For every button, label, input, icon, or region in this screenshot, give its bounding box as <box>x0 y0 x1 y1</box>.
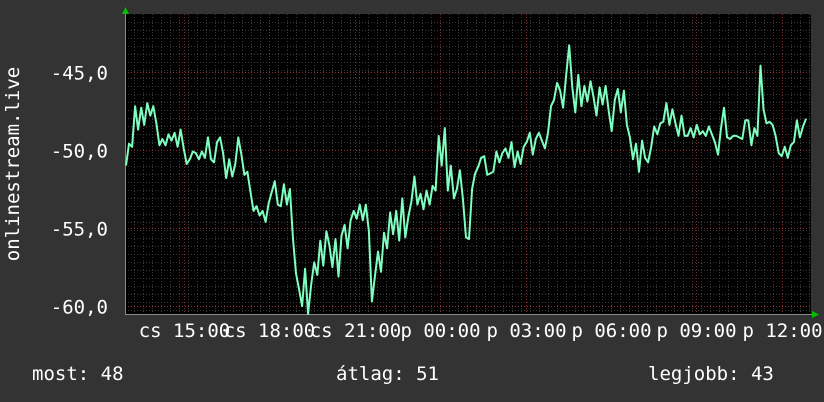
y-axis-label: onlinestream.live <box>2 67 24 261</box>
stat-best: legjobb: 43 <box>648 362 774 386</box>
y-tick-label: -50,0 <box>51 141 108 163</box>
stat-current-value: 48 <box>100 363 124 385</box>
stat-current: most: 48 <box>32 362 124 386</box>
x-tick-label: cs 21:00 <box>310 320 402 342</box>
x-tick-label: cs 18:00 <box>224 320 316 342</box>
stat-current-label: most: <box>32 363 90 385</box>
x-tick-label: p 12:00 <box>742 320 822 342</box>
x-tick-label: cs 15:00 <box>139 320 231 342</box>
x-tick-label: p 06:00 <box>571 320 651 342</box>
x-axis-arrow <box>812 311 819 318</box>
stat-average-label: átlag: <box>336 363 405 385</box>
stat-best-label: legjobb: <box>648 363 740 385</box>
y-ticks: -45,0 -50,0 -55,0 -60,0 <box>51 63 108 319</box>
y-tick-label: -45,0 <box>51 63 108 85</box>
y-axis-arrow <box>122 7 129 14</box>
x-ticks: cs 15:00cs 18:00cs 21:00 p 00:00 p 03:00 p … <box>139 320 823 342</box>
y-tick-label: -60,0 <box>51 297 108 319</box>
stat-average-value: 51 <box>416 363 439 385</box>
stat-best-value: 43 <box>750 363 774 385</box>
x-tick-label: p 09:00 <box>656 320 736 342</box>
line-chart: -45,0 -50,0 -55,0 -60,0 cs 15:00cs 18:00cs … <box>2 7 823 342</box>
x-tick-label: p 03:00 <box>486 320 566 342</box>
stat-average: átlag: 51 <box>336 362 439 386</box>
x-tick-label: p 00:00 <box>400 320 480 342</box>
y-tick-label: -55,0 <box>51 219 108 241</box>
